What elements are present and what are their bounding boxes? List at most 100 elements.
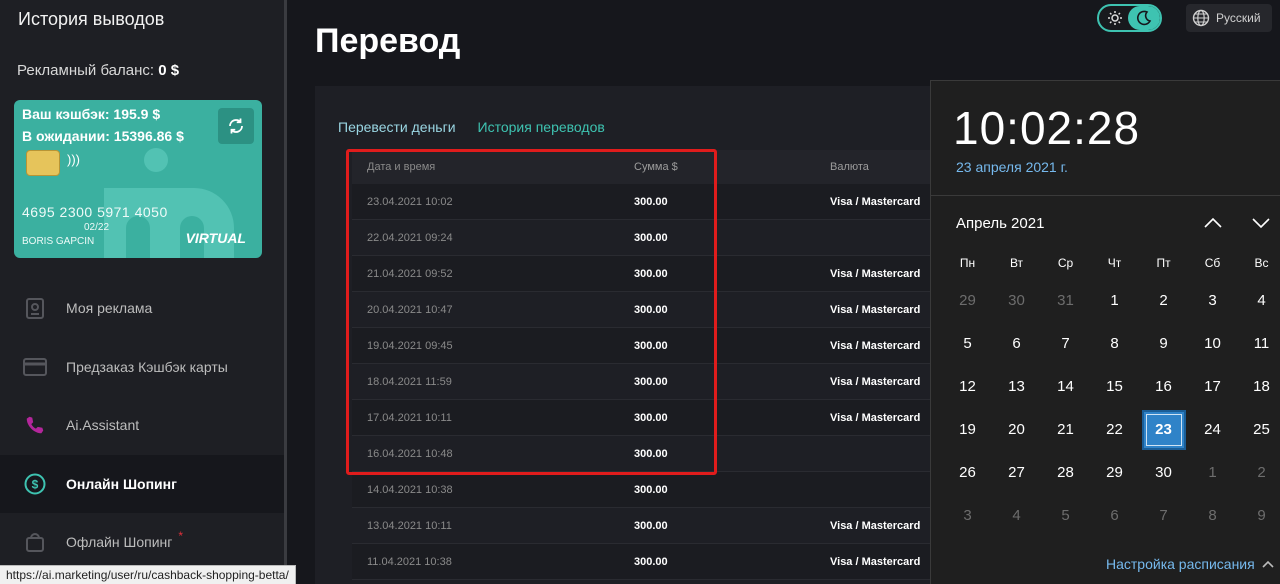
shopping-bag-icon: [22, 529, 48, 555]
weekday-header: Чт: [1107, 256, 1122, 270]
calendar-day[interactable]: 29: [1090, 451, 1139, 494]
tab-send-money[interactable]: Перевести деньги: [338, 119, 456, 135]
calendar-day[interactable]: 18: [1237, 365, 1280, 408]
header-date: Дата и время: [367, 161, 436, 173]
calendar-day[interactable]: 22: [1090, 408, 1139, 451]
table-row: 13.04.2021 10:11 300.00 Visa / Mastercard: [352, 508, 952, 544]
calendar-day[interactable]: 28: [1041, 451, 1090, 494]
clock-time: 10:02:28: [953, 102, 1141, 154]
calendar-day[interactable]: 2: [1237, 451, 1280, 494]
calendar-day-number: 9: [1159, 335, 1168, 352]
calendar-day-number: 31: [1057, 292, 1074, 309]
row-amount: 300.00: [634, 483, 668, 496]
calendar-day[interactable]: 1: [1090, 279, 1139, 322]
globe-icon: [1192, 9, 1210, 27]
row-amount: 300.00: [634, 303, 668, 316]
calendar-month-label[interactable]: Апрель 2021: [956, 215, 1044, 232]
chevron-up-icon: [1262, 560, 1274, 568]
calendar-day[interactable]: 5: [943, 322, 992, 365]
calendar-day[interactable]: 17: [1188, 365, 1237, 408]
row-amount: 300.00: [634, 519, 668, 532]
nav-my-ads[interactable]: Моя реклама: [0, 279, 284, 337]
nav-ai-assistant[interactable]: Ai.Assistant: [0, 396, 284, 454]
calendar-day[interactable]: 16: [1139, 365, 1188, 408]
calendar-day[interactable]: 1: [1188, 451, 1237, 494]
calendar-day[interactable]: 4: [992, 494, 1041, 537]
calendar-day-number: 23: [1141, 409, 1186, 450]
calendar-day[interactable]: 15: [1090, 365, 1139, 408]
weekday-header: Вт: [1009, 256, 1024, 270]
sun-icon: [1101, 8, 1129, 28]
calendar-day[interactable]: 27: [992, 451, 1041, 494]
ad-balance-label: Рекламный баланс:: [17, 62, 155, 79]
calendar-day[interactable]: 9: [1139, 322, 1188, 365]
calendar-day[interactable]: 9: [1237, 494, 1280, 537]
svg-text:$: $: [32, 478, 39, 492]
calendar-day[interactable]: 20: [992, 408, 1041, 451]
divider: [931, 195, 1280, 196]
table-row: 18.04.2021 11:59 300.00 Visa / Mastercard: [352, 364, 952, 400]
calendar-day[interactable]: 6: [1090, 494, 1139, 537]
calendar-day-number: 17: [1204, 378, 1221, 395]
calendar-day[interactable]: 29: [943, 279, 992, 322]
calendar-day-number: 1: [1208, 464, 1217, 481]
calendar-day[interactable]: 13: [992, 365, 1041, 408]
phone-icon: [22, 412, 48, 438]
calendar-day[interactable]: 11: [1237, 322, 1280, 365]
calendar-day[interactable]: 5: [1041, 494, 1090, 537]
calendar-day[interactable]: 7: [1139, 494, 1188, 537]
calendar-grid: Пн Вт Ср Чт Пт Сб Вс 29 30 31 1 2 3 4 5 6 7 8 9 10 11 12 13 14 1…: [943, 247, 1280, 537]
calendar-day[interactable]: 26: [943, 451, 992, 494]
ad-balance-value: 0 $: [158, 62, 180, 79]
chevron-down-icon[interactable]: [1249, 213, 1273, 233]
calendar-day[interactable]: 7: [1041, 322, 1090, 365]
nav-label: Ai.Assistant: [66, 417, 140, 433]
row-amount: 300.00: [634, 339, 668, 352]
calendar-day[interactable]: 8: [1188, 494, 1237, 537]
language-selector[interactable]: Русский: [1186, 4, 1272, 32]
schedule-settings-link[interactable]: Настройка расписания: [1106, 556, 1275, 572]
calendar-day[interactable]: 3: [1188, 279, 1237, 322]
calendar-day-number: 26: [959, 464, 976, 481]
calendar-day[interactable]: 19: [943, 408, 992, 451]
card-holder: BORIS GAPCIN: [22, 236, 95, 247]
row-date: 16.04.2021 10:48: [367, 447, 453, 460]
tab-transfer-history[interactable]: История переводов: [478, 119, 605, 135]
calendar-day[interactable]: 10: [1188, 322, 1237, 365]
card-expiry: 02/22: [84, 222, 110, 233]
calendar-day[interactable]: 3: [943, 494, 992, 537]
calendar-day-number: 2: [1159, 292, 1168, 309]
calendar-day-number: 6: [1110, 507, 1119, 524]
calendar-day[interactable]: 31: [1041, 279, 1090, 322]
clock-date-link[interactable]: 23 апреля 2021 г.: [956, 159, 1068, 175]
calendar-day-number: 25: [1253, 421, 1270, 438]
language-label: Русский: [1216, 11, 1261, 25]
nav-online-shopping[interactable]: $ Онлайн Шопинг: [0, 455, 284, 513]
table-row: 16.04.2021 10:48 300.00: [352, 436, 952, 472]
nav-card-preorder[interactable]: Предзаказ Кэшбэк карты: [0, 338, 284, 396]
calendar-day-number: 8: [1110, 335, 1119, 352]
table-body: 23.04.2021 10:02 300.00 Visa / Mastercard 2…: [352, 184, 952, 580]
chevron-up-icon[interactable]: [1201, 213, 1225, 233]
calendar-day-number: 7: [1061, 335, 1070, 352]
calendar-day[interactable]: 21: [1041, 408, 1090, 451]
table-row: 23.04.2021 10:02 300.00 Visa / Mastercard: [352, 184, 952, 220]
calendar-day-number: 4: [1012, 507, 1021, 524]
refresh-button[interactable]: [218, 108, 254, 144]
calendar-day-today[interactable]: 23: [1139, 408, 1188, 451]
calendar-day-number: 21: [1057, 421, 1074, 438]
calendar-day[interactable]: 30: [1139, 451, 1188, 494]
calendar-day[interactable]: 8: [1090, 322, 1139, 365]
calendar-day[interactable]: 2: [1139, 279, 1188, 322]
calendar-day[interactable]: 24: [1188, 408, 1237, 451]
calendar-day[interactable]: 4: [1237, 279, 1280, 322]
calendar-day[interactable]: 30: [992, 279, 1041, 322]
nav-offline-shopping[interactable]: Офлайн Шопинг *: [0, 513, 284, 571]
calendar-day-number: 10: [1204, 335, 1221, 352]
calendar-day[interactable]: 25: [1237, 408, 1280, 451]
calendar-day[interactable]: 14: [1041, 365, 1090, 408]
calendar-day[interactable]: 12: [943, 365, 992, 408]
calendar-day[interactable]: 6: [992, 322, 1041, 365]
theme-toggle[interactable]: [1097, 4, 1162, 32]
sidebar-scrollbar[interactable]: [284, 0, 287, 584]
